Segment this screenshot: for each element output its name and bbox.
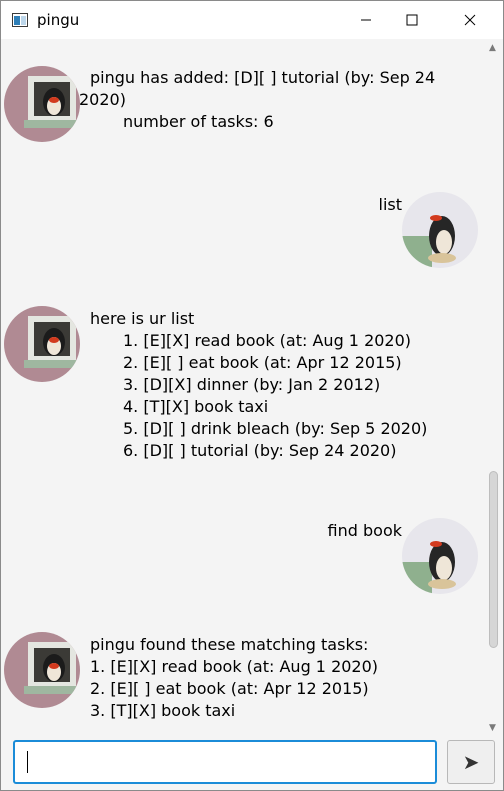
task-list-item: 4. [T][X] book taxi [123,397,269,416]
scroll-up-arrow-icon[interactable]: ▲ [489,43,496,53]
vertical-scrollbar[interactable]: ▲ ▼ [485,39,503,736]
user-message: list [378,195,403,214]
input-bar: ➤ [1,736,503,790]
user-avatar [402,192,478,268]
text-caret [27,751,28,773]
send-arrow-icon: ➤ [462,750,480,774]
task-list-item: 2. [E][ ] eat book (at: Apr 12 2015) [90,679,369,698]
user-avatar [402,518,478,594]
task-list-item: 3. [T][X] book taxi [90,701,236,720]
task-list-item: 1. [E][X] read book (at: Aug 1 2020) [123,331,412,350]
close-button[interactable] [447,1,493,39]
send-button[interactable]: ➤ [447,740,495,784]
task-list-item: 2. [E][ ] eat book (at: Apr 12 2015) [123,353,402,372]
bot-message-line: here is ur list [90,309,195,328]
maximize-button[interactable] [389,1,435,39]
bot-avatar [4,632,80,708]
bot-message-line: pingu found these matching tasks: [90,635,369,654]
task-list-item: 3. [D][X] dinner (by: Jan 2 2012) [123,375,381,394]
scrollbar-thumb[interactable] [489,471,498,648]
minimize-icon [361,19,371,21]
title-bar[interactable]: pingu [1,1,503,39]
scroll-down-arrow-icon[interactable]: ▼ [489,723,496,733]
bot-message-line: pingu has added: [D][ ] tutorial (by: Se… [90,68,436,87]
bot-message-line: number of tasks: 6 [123,112,274,131]
close-icon [464,14,476,26]
task-list-item: 1. [E][X] read book (at: Aug 1 2020) [90,657,379,676]
chat-scroll-pane[interactable]: pingu has added: [D][ ] tutorial (by: Se… [1,39,485,736]
bot-message-line: 2020) [79,90,126,109]
bot-avatar [4,66,80,142]
message-input[interactable] [13,740,437,784]
window-title: pingu [37,11,80,29]
app-window-icon [12,13,28,27]
minimize-button[interactable] [343,1,389,39]
user-message: find book [327,521,402,540]
app-window: pingu pingu has added: [D][ ] tutorial (… [0,0,504,791]
bot-avatar [4,306,80,382]
task-list-item: 5. [D][ ] drink bleach (by: Sep 5 2020) [123,419,428,438]
task-list-item: 6. [D][ ] tutorial (by: Sep 24 2020) [123,441,397,460]
maximize-icon [406,14,418,26]
